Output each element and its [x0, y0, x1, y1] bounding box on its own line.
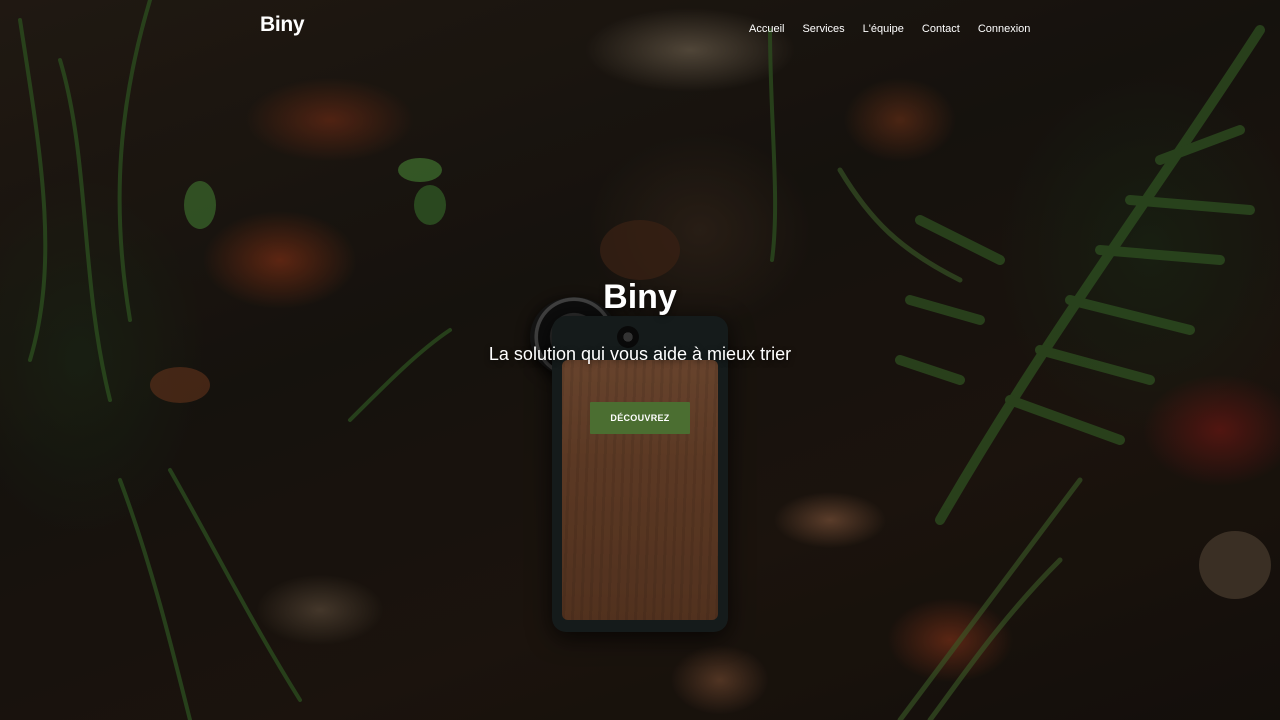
brand-logo[interactable]: Biny: [260, 13, 305, 37]
nav-item-services: Services: [802, 19, 844, 37]
nav-item-equipe: L'équipe: [863, 19, 904, 37]
discover-button[interactable]: DÉCOUVREZ: [590, 402, 690, 434]
nav-link-contact[interactable]: Contact: [922, 23, 960, 35]
nav-link-accueil[interactable]: Accueil: [749, 23, 784, 35]
hero-title: Biny: [603, 278, 677, 316]
nav-link-connexion[interactable]: Connexion: [978, 23, 1031, 35]
wood-back: [562, 360, 718, 620]
nav-item-contact: Contact: [922, 19, 960, 37]
hero-section: Biny Accueil Services L'équipe Contact C…: [0, 0, 1280, 720]
nav-links: Accueil Services L'équipe Contact Connex…: [749, 19, 1030, 37]
navbar: Biny Accueil Services L'équipe Contact C…: [0, 0, 1280, 52]
nav-link-services[interactable]: Services: [802, 23, 844, 35]
nav-item-connexion: Connexion: [978, 19, 1031, 37]
nav-item-accueil: Accueil: [749, 19, 784, 37]
hero-subtitle: La solution qui vous aide à mieux trier: [488, 344, 792, 364]
nav-link-equipe[interactable]: L'équipe: [863, 23, 904, 35]
